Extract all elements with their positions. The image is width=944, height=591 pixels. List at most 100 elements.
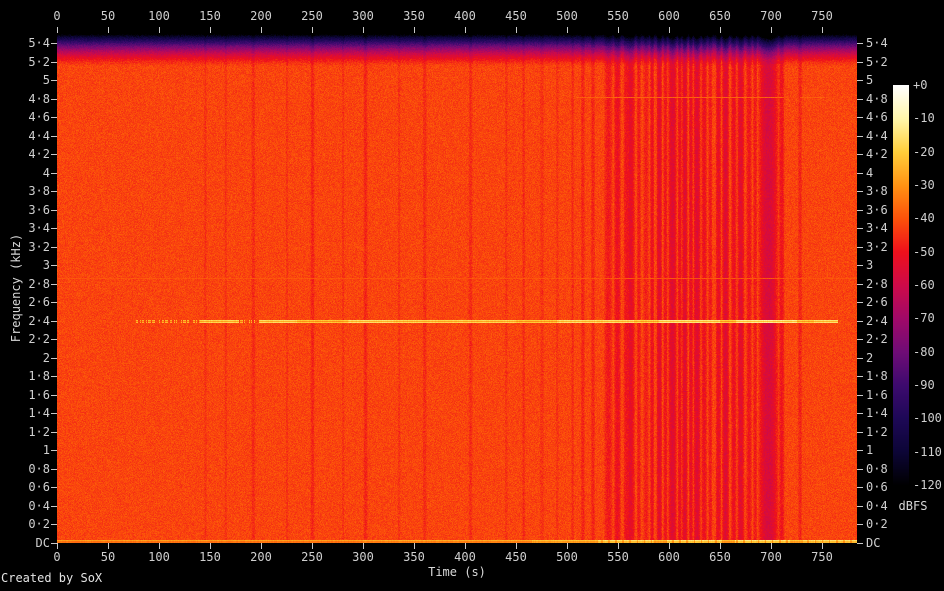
freq-tick-label: 3 [866, 258, 874, 273]
time-axis-title: Time (s) [428, 565, 486, 579]
freq-tick-label: 5·4 [866, 36, 888, 51]
tick-mark [414, 543, 415, 549]
time-tick-label: 450 [505, 9, 527, 23]
tick-mark [567, 27, 568, 33]
tick-mark [857, 413, 863, 415]
time-tick-label: 500 [556, 550, 578, 564]
freq-tick-label: 4·8 [28, 91, 50, 106]
tick-mark [857, 209, 863, 211]
tick-mark [108, 543, 109, 549]
tick-mark [51, 505, 57, 507]
tick-mark [51, 283, 57, 285]
tick-mark [51, 487, 57, 489]
tick-mark [857, 543, 863, 544]
tick-mark [857, 505, 863, 507]
tick-mark [261, 27, 262, 33]
freq-tick-label: 1·4 [866, 406, 888, 421]
tick-mark [669, 27, 670, 33]
freq-tick-label: 3·2 [866, 239, 888, 254]
freq-tick-label: 0·6 [28, 480, 50, 495]
tick-mark [363, 27, 364, 33]
tick-mark [857, 191, 863, 193]
time-tick-label: 700 [760, 550, 782, 564]
colorbar-tick-label: -20 [913, 144, 935, 159]
freq-tick-label: 0·4 [28, 498, 50, 513]
tick-mark [51, 117, 57, 119]
tick-mark [261, 543, 262, 549]
time-tick-label: 0 [53, 550, 61, 564]
tick-mark [857, 487, 863, 489]
freq-tick-label: 4·2 [866, 147, 888, 162]
colorbar-tick-label: -110 [913, 444, 942, 459]
tick-mark [51, 80, 57, 82]
time-tick-label: 600 [658, 9, 680, 23]
tick-mark [669, 543, 670, 549]
tick-mark [108, 27, 109, 33]
tick-mark [857, 246, 863, 248]
tick-mark [857, 228, 863, 230]
colorbar-tick-label: -120 [913, 478, 942, 492]
tick-mark [720, 543, 721, 549]
freq-tick-label: 0·6 [866, 480, 888, 495]
freq-tick-label: 5·2 [866, 54, 888, 69]
freq-tick-label: 2·6 [866, 295, 888, 310]
freq-tick-label: 5·4 [28, 36, 50, 51]
tick-mark [159, 543, 160, 549]
tick-mark [857, 61, 863, 63]
freq-tick-label: 3·6 [866, 202, 888, 217]
time-tick-label: 100 [148, 550, 170, 564]
colorbar-tick-label: -70 [913, 311, 935, 326]
time-tick-label: 650 [709, 9, 731, 23]
tick-mark [618, 27, 619, 33]
tick-mark [771, 27, 772, 33]
colorbar-tick-label: -10 [913, 111, 935, 126]
tick-mark [57, 27, 58, 33]
colorbar-tick-label: -100 [913, 411, 942, 426]
freq-tick-label: 5 [866, 73, 874, 88]
tick-mark [857, 265, 863, 267]
tick-mark [51, 394, 57, 396]
freq-tick-label: 2·8 [866, 276, 888, 291]
time-tick-label: 250 [301, 550, 323, 564]
tick-mark [857, 80, 863, 82]
freq-tick-label: 1·2 [866, 424, 888, 439]
tick-mark [465, 27, 466, 33]
tick-mark [516, 27, 517, 33]
tick-mark [857, 524, 863, 526]
spectrogram-figure: 0 50 100 150 200 250 300 350 400 450 500 550 600 650 7… [0, 0, 944, 591]
freq-tick-label: 0·8 [866, 461, 888, 476]
freq-tick-label: 4·6 [866, 110, 888, 125]
time-tick-label: 200 [250, 9, 272, 23]
tick-mark [51, 468, 57, 470]
tick-mark [51, 302, 57, 304]
tick-mark [51, 320, 57, 322]
colorbar-tick-label: +0 [913, 78, 928, 92]
tick-mark [51, 209, 57, 211]
freq-tick-label: DC [35, 536, 50, 550]
freq-tick-label: 0·2 [28, 517, 50, 532]
tick-mark [822, 543, 823, 549]
tick-mark [210, 543, 211, 549]
freq-tick-label: 4·8 [866, 91, 888, 106]
freq-tick-label: 1·8 [866, 369, 888, 384]
time-tick-label: 100 [148, 9, 170, 23]
tick-mark [857, 98, 863, 100]
tick-mark [771, 543, 772, 549]
tick-mark [51, 543, 57, 544]
freq-tick-label: DC [866, 536, 881, 550]
colorbar-tick-label: -80 [913, 344, 935, 359]
time-tick-label: 450 [505, 550, 527, 564]
freq-tick-label: 3·4 [866, 221, 888, 236]
time-tick-label: 200 [250, 550, 272, 564]
tick-mark [857, 450, 863, 452]
tick-mark [312, 543, 313, 549]
tick-mark [857, 172, 863, 174]
colorbar-tick-label: -90 [913, 378, 935, 392]
time-tick-label: 400 [454, 9, 476, 23]
colorbar-title: dBFS [898, 499, 928, 513]
tick-mark [51, 61, 57, 63]
freq-tick-label: 3·8 [866, 184, 888, 199]
tick-mark [51, 265, 57, 267]
tick-mark [857, 302, 863, 304]
tick-mark [857, 154, 863, 156]
